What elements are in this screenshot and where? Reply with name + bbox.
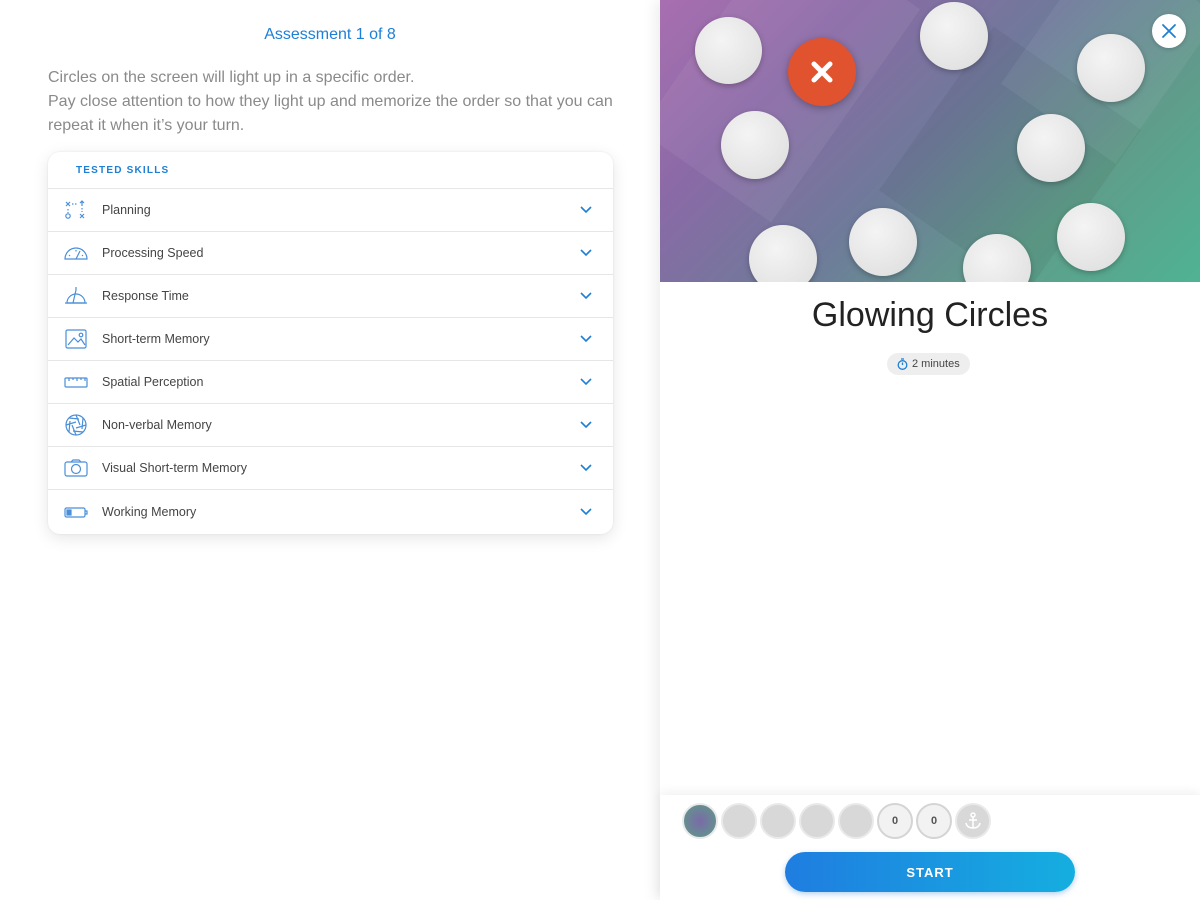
game-circle (721, 111, 789, 179)
skill-row-working-memory[interactable]: Working Memory (48, 490, 613, 533)
game-circle (1017, 114, 1085, 182)
duration-text: 2 minutes (912, 358, 960, 370)
game-title: Glowing Circles (811, 296, 1049, 334)
skill-row-visual-short-term-memory[interactable]: Visual Short-term Memory (48, 447, 613, 490)
skill-label: Planning (102, 203, 151, 217)
chevron-down-icon (579, 461, 593, 475)
camera-icon (62, 456, 90, 480)
image-frame-icon (62, 327, 90, 351)
game-7-icon: 0 (916, 803, 952, 839)
game-circle (1057, 203, 1125, 271)
chevron-down-icon (579, 505, 593, 519)
chevron-down-icon (579, 203, 593, 217)
close-button[interactable] (1152, 14, 1186, 48)
instructions-line-2: Pay close attention to how they light up… (48, 93, 613, 134)
chevron-down-icon (579, 246, 593, 260)
duration-badge: 2 minutes (887, 353, 970, 375)
game-circle (920, 2, 988, 70)
response-time-icon (62, 284, 90, 308)
anchor-icon (955, 803, 991, 839)
game-detail-panel: Glowing Circles 2 minutes 0 0 START (660, 0, 1200, 900)
glowing-circles-game-icon (682, 803, 718, 839)
game-circle (749, 225, 817, 282)
game-preview-image (660, 0, 1200, 282)
bottom-bar: 0 0 START (660, 795, 1200, 900)
game-circle (695, 17, 762, 84)
instructions-line-1: Circles on the screen will light up in a… (48, 69, 415, 86)
assessment-progress: 0 0 (682, 803, 994, 839)
game-2-icon (721, 803, 757, 839)
game-circle (849, 208, 917, 276)
speedometer-icon (62, 241, 90, 265)
aperture-icon (62, 413, 90, 437)
skill-label: Non-verbal Memory (102, 418, 212, 432)
skill-row-response-time[interactable]: Response Time (48, 275, 613, 318)
skill-row-spatial-perception[interactable]: Spatial Perception (48, 361, 613, 404)
skill-label: Short-term Memory (102, 332, 210, 346)
game-6-icon: 0 (877, 803, 913, 839)
skill-label: Spatial Perception (102, 375, 204, 389)
skill-row-non-verbal-memory[interactable]: Non-verbal Memory (48, 404, 613, 447)
start-button[interactable]: START (785, 852, 1075, 892)
wrong-answer-icon (788, 38, 856, 106)
chevron-down-icon (579, 375, 593, 389)
game-circle (1077, 34, 1145, 102)
game-5-icon (838, 803, 874, 839)
game-3-icon (760, 803, 796, 839)
skill-row-short-term-memory[interactable]: Short-term Memory (48, 318, 613, 361)
chevron-down-icon (579, 332, 593, 346)
assessment-counter: Assessment 1 of 8 (264, 26, 396, 43)
close-icon (1162, 24, 1176, 38)
skill-row-planning[interactable]: Planning (48, 189, 613, 232)
skill-label: Response Time (102, 289, 189, 303)
skill-label: Working Memory (102, 504, 197, 519)
planning-icon (62, 198, 90, 222)
instructions: Circles on the screen will light up in a… (48, 66, 628, 138)
chevron-down-icon (579, 418, 593, 432)
assessment-info-panel: Assessment 1 of 8 Circles on the screen … (0, 0, 660, 900)
stopwatch-icon (897, 358, 908, 370)
chevron-down-icon (579, 289, 593, 303)
game-4-icon (799, 803, 835, 839)
skill-label: Processing Speed (102, 246, 204, 260)
tested-skills-card: TESTED SKILLS Planning Processing Speed … (48, 152, 613, 534)
ruler-icon (62, 370, 90, 394)
skill-label: Visual Short-term Memory (102, 461, 247, 475)
battery-icon (62, 500, 90, 524)
skill-row-processing-speed[interactable]: Processing Speed (48, 232, 613, 275)
tested-skills-header: TESTED SKILLS (48, 152, 613, 189)
